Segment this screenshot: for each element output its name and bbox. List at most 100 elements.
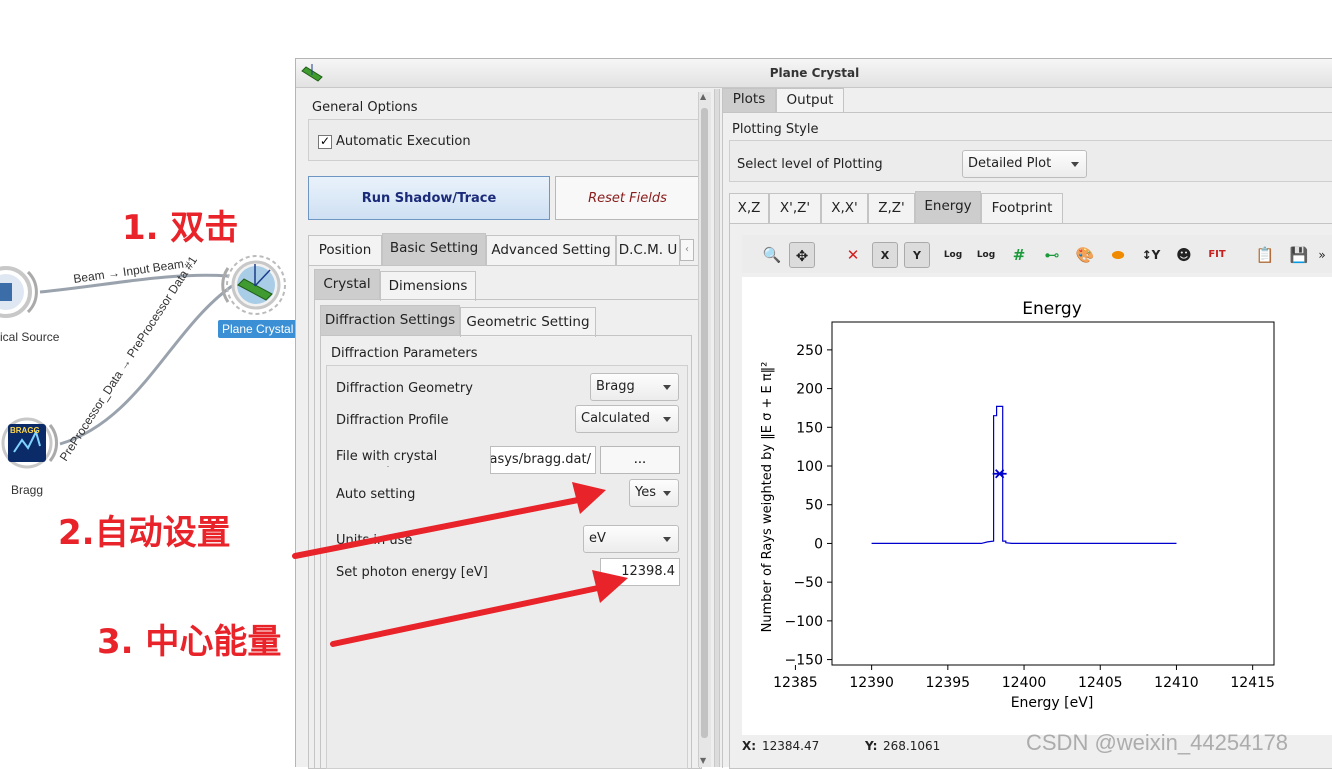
node-source[interactable]: [0, 266, 38, 318]
run-shadow-trace-button[interactable]: Run Shadow/Trace: [308, 176, 550, 220]
tab-scroll-left-icon[interactable]: ‹: [680, 239, 694, 261]
node-bragg[interactable]: BRAGG: [1, 417, 58, 469]
node-plane-crystal[interactable]: [221, 255, 286, 315]
diffraction-geometry-label: Diffraction Geometry: [336, 381, 473, 396]
diffraction-profile-select[interactable]: Calculated: [575, 405, 679, 433]
general-options-label: General Options: [312, 100, 418, 115]
units-label: Units in use: [336, 533, 413, 548]
automatic-execution-checkbox[interactable]: ✓: [318, 135, 332, 149]
chevron-down-icon: [663, 417, 671, 422]
copy-icon[interactable]: 📋: [1252, 242, 1278, 268]
plot-tab-zzp[interactable]: Z,Z': [868, 193, 915, 223]
subtab-dimensions[interactable]: Dimensions: [380, 271, 476, 301]
plot-tab-xxp[interactable]: X,X': [821, 193, 868, 223]
chevron-down-icon: [663, 537, 671, 542]
diffraction-profile-value: Calculated: [581, 411, 650, 426]
more-icon[interactable]: »: [1314, 242, 1330, 268]
y-tick-label: 0: [814, 536, 823, 552]
tab-dcm[interactable]: D.C.M. U: [616, 235, 680, 265]
annotation-step1: 1. 双击: [122, 208, 239, 248]
splitter-handle[interactable]: [714, 89, 720, 767]
left-scrollbar-thumb[interactable]: [701, 108, 708, 738]
reset-zoom-icon[interactable]: ✕: [840, 242, 866, 268]
y-readout-value: 268.1061: [883, 739, 941, 753]
pan-icon[interactable]: ✥: [789, 242, 815, 268]
x-readout-value: 12384.47: [762, 739, 820, 753]
y-tick-label: 100: [796, 459, 823, 475]
plot-tab-xz[interactable]: X,Z: [729, 193, 769, 223]
automatic-execution-label: Automatic Execution: [336, 134, 471, 149]
plot-tab-xpzp[interactable]: X',Z': [769, 193, 821, 223]
diffraction-geometry-select[interactable]: Bragg: [590, 373, 679, 401]
x-tick-label: 12405: [1078, 675, 1123, 691]
x-autoscale-icon[interactable]: X: [872, 242, 898, 268]
y-tick-label: 150: [796, 420, 823, 436]
photon-energy-input[interactable]: 12398.4: [600, 558, 680, 586]
node-plane-crystal-label[interactable]: Plane Crystal: [218, 320, 298, 338]
diffraction-profile-label: Diffraction Profile: [336, 413, 449, 428]
tab-position[interactable]: Position: [308, 235, 382, 265]
zoom-icon[interactable]: 🔍: [759, 242, 785, 268]
reset-fields-button[interactable]: Reset Fields: [555, 176, 700, 220]
x-tick-label: 12400: [1002, 675, 1047, 691]
units-value: eV: [589, 531, 606, 546]
tab-plots[interactable]: Plots: [722, 88, 776, 113]
units-select[interactable]: eV: [583, 525, 679, 553]
curve-style-icon[interactable]: ⊷: [1039, 242, 1065, 268]
shape-icon[interactable]: ⬬: [1105, 242, 1131, 268]
crystal-file-label: File with crystal parameters: [336, 449, 438, 467]
tab-output[interactable]: Output: [776, 88, 844, 113]
diffraction-geometry-value: Bragg: [596, 379, 635, 394]
scroll-up-icon[interactable]: ▲: [700, 92, 706, 101]
auto-setting-label: Auto setting: [336, 487, 416, 502]
x-tick-label: 12390: [849, 675, 894, 691]
left-scrollbar[interactable]: ▲ ▼: [698, 92, 711, 767]
save-icon[interactable]: 💾: [1286, 242, 1312, 268]
y-autoscale-icon[interactable]: Y: [904, 242, 930, 268]
auto-setting-value: Yes: [635, 485, 656, 500]
node-bragg-label: Bragg: [11, 483, 44, 497]
x-tick-label: 12410: [1154, 675, 1199, 691]
plot-tab-footprint[interactable]: Footprint: [981, 193, 1063, 223]
scroll-down-icon[interactable]: ▼: [700, 756, 706, 765]
photon-energy-label: Set photon energy [eV]: [336, 565, 488, 580]
mask-icon[interactable]: ☻: [1171, 242, 1197, 268]
y-tick-label: 50: [805, 498, 823, 514]
subtab-crystal[interactable]: Crystal: [314, 269, 380, 299]
plot-level-value: Detailed Plot: [968, 156, 1052, 171]
auto-setting-select[interactable]: Yes: [629, 479, 679, 507]
plot-toolbar: [742, 235, 1332, 273]
window-titlebar[interactable]: Plane Crystal: [296, 59, 1332, 88]
plot-level-select[interactable]: Detailed Plot: [962, 150, 1087, 178]
tab-advanced-setting[interactable]: Advanced Setting: [486, 235, 616, 265]
grid-icon[interactable]: #: [1006, 242, 1032, 268]
tab-basic-setting[interactable]: Basic Setting: [382, 233, 486, 265]
browse-file-button[interactable]: ...: [600, 446, 680, 474]
chart-background: [742, 277, 1332, 735]
subtab-diffraction-settings[interactable]: Diffraction Settings: [320, 305, 460, 335]
x-readout-label: X:: [742, 739, 757, 753]
chevron-down-icon: [663, 491, 671, 496]
y-tick-label: −150: [785, 653, 823, 669]
y-tick-label: −100: [785, 614, 823, 630]
crystal-file-input[interactable]: /Oasys/bragg.dat: [490, 446, 596, 474]
y-log-icon[interactable]: Log: [973, 242, 999, 268]
subtab-geometric-setting[interactable]: Geometric Setting: [460, 307, 596, 337]
annotation-step3: 3. 中心能量: [97, 622, 282, 662]
x-log-icon[interactable]: Log: [940, 242, 966, 268]
x-tick-label: 12415: [1230, 675, 1275, 691]
node-source-label: ical Source: [0, 330, 60, 344]
y-axis-label: Number of Rays weighted by ‖E σ + E π‖²: [760, 362, 775, 633]
plot-tab-energy[interactable]: Energy: [915, 191, 981, 223]
plotting-style-label: Plotting Style: [732, 122, 819, 137]
energy-chart[interactable]: Energy 12385 12390 12395 12400 12405 12410 124…: [742, 277, 1332, 735]
link-beam[interactable]: [39, 273, 229, 294]
control-panel: General Options ✓ Automatic Execution Ru…: [302, 91, 702, 769]
colormap-icon[interactable]: 🎨: [1072, 242, 1098, 268]
y-axis-direction-icon[interactable]: ↕Y: [1138, 242, 1164, 268]
watermark: CSDN @weixin_44254178: [1026, 730, 1289, 755]
y-readout-label: Y:: [865, 739, 878, 753]
diffraction-parameters-title: Diffraction Parameters: [331, 346, 478, 361]
fit-icon[interactable]: FIT: [1204, 242, 1230, 268]
plane-crystal-window: Plane Crystal General Options ✓ Automati…: [295, 58, 1332, 769]
